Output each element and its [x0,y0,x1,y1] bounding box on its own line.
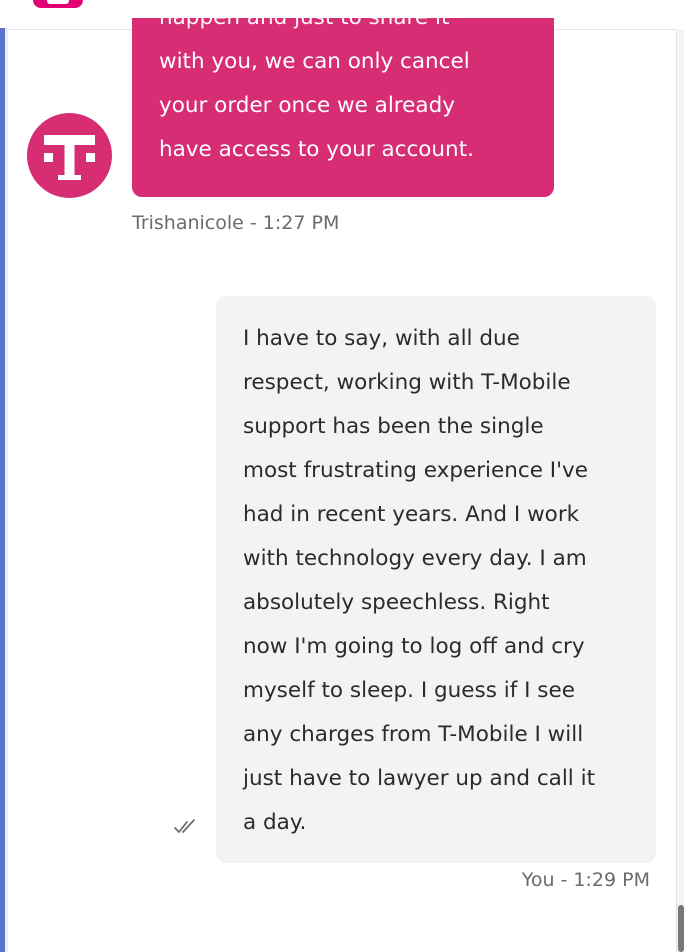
message-line: absolutely speechless. Right [243,590,550,615]
message-line: support has been the single [243,414,544,439]
user-message-bubble: I have to say, with all due respect, wor… [216,296,656,863]
message-line: I have to say, with all due [243,326,520,351]
message-line: with technology every day. I am [243,546,587,571]
message-line: a day. [243,810,307,835]
tmobile-logo-glyph [44,135,95,180]
chat-window: happen and just to share it with you, we… [0,0,684,952]
message-line: respect, working with T-Mobile [243,370,571,395]
message-line: your order once we already [159,93,455,118]
agent-message-meta: Trishanicole - 1:27 PM [132,212,340,234]
scrollbar-track[interactable] [676,30,684,952]
tmobile-logo-icon [27,113,112,198]
user-message-meta: You - 1:29 PM [521,869,650,891]
message-line: happen and just to share it [159,18,554,40]
message-line: any charges from T-Mobile I will [243,722,584,747]
message-line: with you, we can only cancel [159,49,470,74]
app-logo-icon-glyph [47,0,69,4]
message-line: have access to your account. [159,137,474,162]
message-line: now I'm going to log off and cry [243,634,585,659]
message-line: most frustrating experience I've [243,458,588,483]
agent-message-bubble: happen and just to share it with you, we… [132,18,554,197]
message-line: just have to lawyer up and call it [243,766,595,791]
scrollbar-thumb[interactable] [678,905,684,952]
double-check-icon [172,814,202,838]
message-line: had in recent years. And I work [243,502,580,527]
message-line: myself to sleep. I guess if I see [243,678,575,703]
